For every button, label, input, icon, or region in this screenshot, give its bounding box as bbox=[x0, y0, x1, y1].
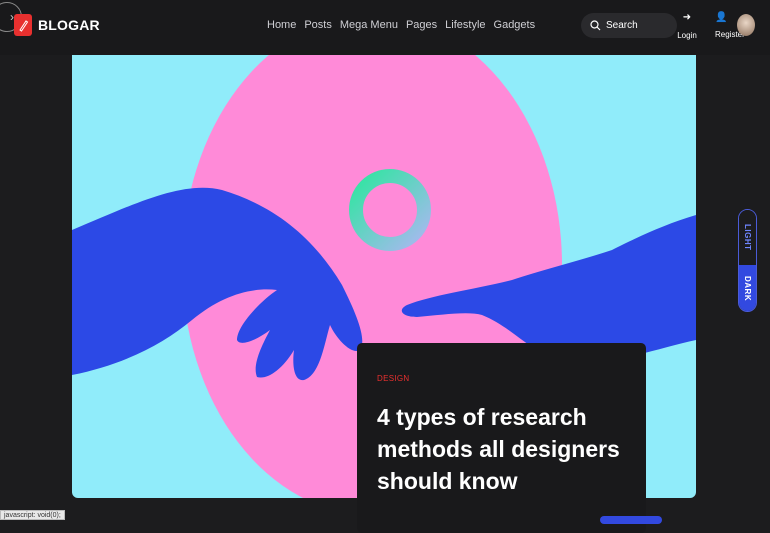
search-label: Search bbox=[606, 20, 638, 31]
search-icon bbox=[590, 20, 601, 31]
login-button[interactable]: ➜ Login bbox=[677, 12, 697, 40]
nav-item-posts[interactable]: Posts bbox=[304, 19, 332, 31]
search-button[interactable]: Search bbox=[581, 13, 677, 38]
avatar[interactable] bbox=[737, 14, 755, 36]
pen-icon bbox=[14, 14, 32, 36]
nav-item-lifestyle[interactable]: Lifestyle bbox=[445, 19, 485, 31]
nav-item-mega-menu[interactable]: Mega Menu bbox=[340, 19, 398, 31]
status-bar-url: javascript: void(0); bbox=[0, 510, 65, 520]
theme-dark-label: DARK bbox=[743, 276, 752, 302]
login-icon: ➜ bbox=[682, 12, 692, 23]
nav-item-pages[interactable]: Pages bbox=[406, 19, 437, 31]
main-nav: Home Posts Mega Menu Pages Lifestyle Gad… bbox=[267, 19, 535, 31]
login-label: Login bbox=[677, 31, 697, 40]
read-more-button[interactable] bbox=[600, 516, 662, 524]
post-title[interactable]: 4 types of research methods all designer… bbox=[377, 401, 626, 497]
featured-post-card[interactable]: DESIGN 4 types of research methods all d… bbox=[357, 343, 646, 533]
top-navbar: › BLOGAR Home Posts Mega Menu Pages Life… bbox=[0, 0, 770, 55]
brand-logo[interactable]: BLOGAR bbox=[14, 14, 100, 36]
theme-toggle[interactable]: LIGHT DARK bbox=[738, 209, 757, 312]
nav-item-gadgets[interactable]: Gadgets bbox=[494, 19, 536, 31]
theme-light-label: LIGHT bbox=[743, 224, 752, 251]
nav-item-home[interactable]: Home bbox=[267, 19, 296, 31]
theme-light-option[interactable]: LIGHT bbox=[739, 210, 756, 265]
theme-dark-option[interactable]: DARK bbox=[739, 265, 756, 311]
post-category[interactable]: DESIGN bbox=[377, 374, 626, 383]
brand-name: BLOGAR bbox=[38, 17, 100, 33]
